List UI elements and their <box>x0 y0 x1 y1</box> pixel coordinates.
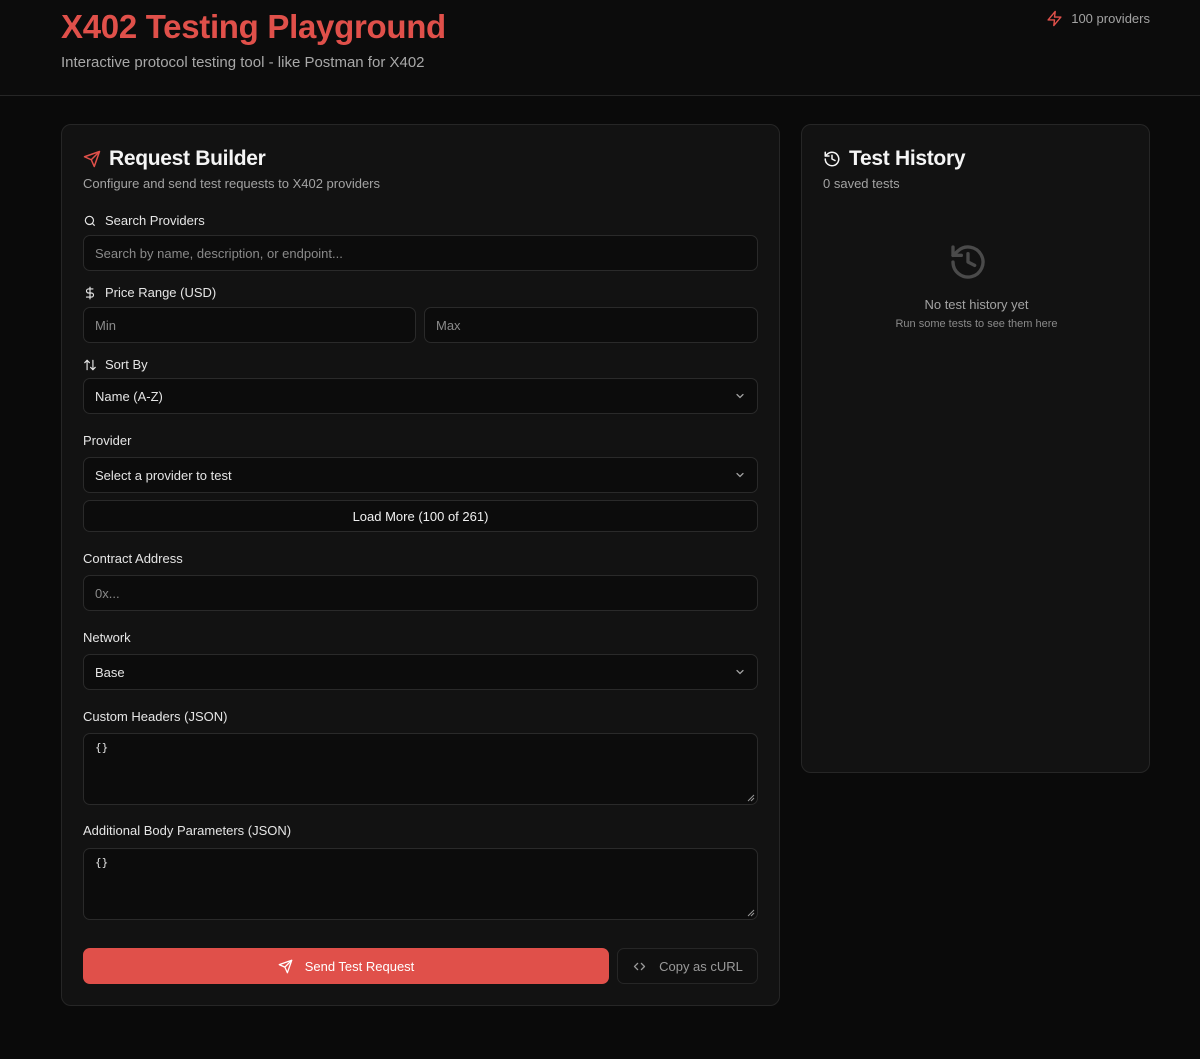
resize-handle-icon[interactable] <box>745 792 755 802</box>
request-builder-title-text: Request Builder <box>109 147 266 170</box>
contract-address-label: Contract Address <box>83 551 183 566</box>
network-select[interactable]: Base <box>83 654 758 690</box>
price-range-label: Price Range (USD) <box>83 285 216 300</box>
network-label-text: Network <box>83 630 131 645</box>
provider-label-text: Provider <box>83 433 132 448</box>
provider-select-value: Select a provider to test <box>95 467 232 483</box>
sort-by-select[interactable]: Name (A-Z) <box>83 378 758 414</box>
copy-curl-label: Copy as cURL <box>659 958 743 974</box>
body-params-value: {} <box>95 856 109 869</box>
request-builder-description: Configure and send test requests to X402… <box>83 176 381 191</box>
price-range-label-text: Price Range (USD) <box>105 285 217 300</box>
custom-headers-textarea[interactable]: {} <box>83 733 758 805</box>
contract-address-label-text: Contract Address <box>83 551 183 566</box>
send-test-request-label: Send Test Request <box>304 958 415 974</box>
request-builder-title: Request Builder <box>83 147 266 171</box>
code-icon <box>633 962 646 970</box>
price-max-input[interactable]: Max <box>424 307 758 343</box>
empty-history-title: No test history yet <box>924 297 1029 312</box>
search-input[interactable]: Search by name, description, or endpoint… <box>83 235 758 271</box>
provider-label: Provider <box>83 433 131 448</box>
load-more-button[interactable]: Load More (100 of 261) <box>83 500 758 532</box>
provider-count-label: 100 providers <box>1071 11 1150 26</box>
provider-count-badge: 100 providers <box>1046 10 1150 27</box>
body-params-label: Additional Body Parameters (JSON) <box>83 823 291 838</box>
search-label-text: Search Providers <box>105 213 205 228</box>
custom-headers-label-text: Custom Headers (JSON) <box>83 709 228 724</box>
contract-address-input[interactable]: 0x... <box>83 575 758 611</box>
saved-tests-count: 0 saved tests <box>823 176 900 191</box>
empty-history-subtitle: Run some tests to see them here <box>895 318 1058 330</box>
search-icon <box>84 215 96 226</box>
request-builder-card: Request Builder Configure and send test … <box>61 124 780 1006</box>
test-history-title: Test History <box>823 147 966 171</box>
history-icon <box>951 245 985 279</box>
body-params-label-text: Additional Body Parameters (JSON) <box>83 823 292 838</box>
provider-select[interactable]: Select a provider to test <box>83 457 758 493</box>
send-icon <box>278 959 293 973</box>
test-history-title-text: Test History <box>849 147 966 170</box>
sort-by-label: Sort By <box>83 357 148 372</box>
dollar-icon <box>85 286 95 299</box>
price-min-input[interactable]: Min <box>83 307 416 343</box>
resize-handle-icon[interactable] <box>745 907 755 917</box>
search-label: Search Providers <box>83 213 205 228</box>
send-test-request-button[interactable]: Send Test Request <box>83 948 609 984</box>
sort-icon <box>84 359 96 370</box>
custom-headers-value: {} <box>95 741 109 754</box>
page-title: X402 Testing Playground <box>61 8 446 45</box>
sort-by-value: Name (A-Z) <box>95 388 163 404</box>
history-icon <box>824 151 840 167</box>
sort-by-label-text: Sort By <box>105 357 148 372</box>
copy-curl-button[interactable]: Copy as cURL <box>617 948 758 984</box>
app-header: X402 Testing Playground Interactive prot… <box>0 0 1200 96</box>
page-subtitle: Interactive protocol testing tool - like… <box>61 54 425 71</box>
zap-icon <box>1047 10 1062 27</box>
chevron-down-icon <box>736 669 744 675</box>
body-params-textarea[interactable]: {} <box>83 848 758 920</box>
send-icon <box>83 150 101 168</box>
network-value: Base <box>95 664 125 680</box>
test-history-card: Test History 0 saved tests No test histo… <box>801 124 1150 773</box>
chevron-down-icon <box>736 393 744 399</box>
network-label: Network <box>83 630 131 645</box>
chevron-down-icon <box>736 472 744 478</box>
custom-headers-label: Custom Headers (JSON) <box>83 709 227 724</box>
